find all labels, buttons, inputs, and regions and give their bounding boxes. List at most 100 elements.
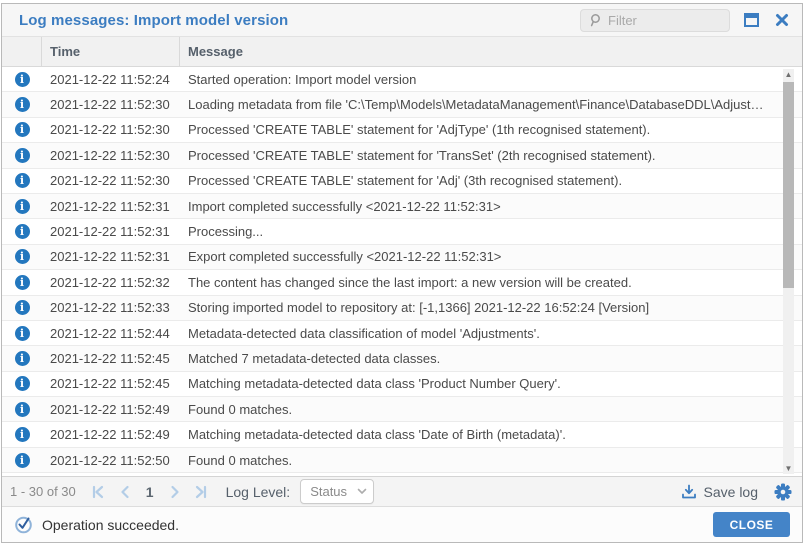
table-row[interactable]: i 2021-12-22 11:52:31 Import completed s… (2, 194, 802, 219)
column-header-icon[interactable] (2, 37, 42, 66)
gear-icon[interactable] (774, 483, 792, 501)
info-icon: i (15, 97, 30, 112)
table-row[interactable]: i 2021-12-22 11:52:49 Matching metadata-… (2, 422, 802, 447)
chevron-down-icon (357, 488, 367, 495)
table-row[interactable]: i 2021-12-22 11:52:50 Found 0 matches. (2, 448, 802, 473)
info-icon: i (15, 427, 30, 442)
info-icon: i (15, 173, 30, 188)
info-icon: i (15, 249, 30, 264)
log-messages-dialog: Log messages: Import model version (1, 3, 803, 543)
log-message: Matching metadata-detected data class 'D… (180, 427, 802, 442)
row-icon-cell: i (2, 224, 42, 239)
row-icon-cell: i (2, 249, 42, 264)
log-table-body-wrap: i 2021-12-22 11:52:24 Started operation:… (2, 67, 802, 476)
table-row[interactable]: i 2021-12-22 11:52:30 Processed 'CREATE … (2, 118, 802, 143)
info-icon: i (15, 199, 30, 214)
column-header-message[interactable]: Message (180, 44, 802, 59)
row-icon-cell: i (2, 402, 42, 417)
table-row[interactable]: i 2021-12-22 11:52:33 Storing imported m… (2, 296, 802, 321)
row-icon-cell: i (2, 97, 42, 112)
table-row[interactable]: i 2021-12-22 11:52:24 Started operation:… (2, 67, 802, 92)
info-icon: i (15, 351, 30, 366)
table-row[interactable]: i 2021-12-22 11:52:31 Export completed s… (2, 245, 802, 270)
log-message: Matching metadata-detected data class 'P… (180, 376, 802, 391)
row-icon-cell: i (2, 453, 42, 468)
scrollbar-thumb[interactable] (783, 82, 794, 288)
log-message: Started operation: Import model version (180, 72, 802, 87)
info-icon: i (15, 275, 30, 290)
table-row[interactable]: i 2021-12-22 11:52:30 Processed 'CREATE … (2, 143, 802, 168)
log-level-value: Status (310, 484, 347, 499)
log-time: 2021-12-22 11:52:30 (42, 97, 180, 112)
log-time: 2021-12-22 11:52:33 (42, 300, 180, 315)
log-level-label: Log Level: (226, 484, 291, 500)
log-time: 2021-12-22 11:52:44 (42, 326, 180, 341)
info-icon: i (15, 402, 30, 417)
log-message: Found 0 matches. (180, 402, 802, 417)
row-icon-cell: i (2, 199, 42, 214)
log-time: 2021-12-22 11:52:32 (42, 275, 180, 290)
column-header-time[interactable]: Time (42, 37, 180, 66)
table-row[interactable]: i 2021-12-22 11:52:45 Matched 7 metadata… (2, 346, 802, 371)
dialog-title: Log messages: Import model version (19, 12, 288, 29)
maximize-icon[interactable] (743, 12, 760, 29)
pagination-range: 1 - 30 of 30 (10, 484, 76, 499)
close-icon[interactable] (773, 12, 790, 29)
current-page[interactable]: 1 (142, 484, 158, 500)
log-time: 2021-12-22 11:52:50 (42, 453, 180, 468)
log-message: Found 0 matches. (180, 453, 802, 468)
log-time: 2021-12-22 11:52:45 (42, 376, 180, 391)
vertical-scrollbar[interactable]: ▲ ▼ (783, 69, 794, 474)
log-message: Export completed successfully <2021-12-2… (180, 249, 802, 264)
search-icon (588, 13, 602, 27)
save-log-button[interactable]: Save log (681, 484, 758, 500)
table-row[interactable]: i 2021-12-22 11:52:49 Found 0 matches. (2, 397, 802, 422)
close-button[interactable]: CLOSE (713, 512, 790, 537)
info-icon: i (15, 224, 30, 239)
next-page-icon[interactable] (166, 483, 184, 501)
log-footer-toolbar: 1 - 30 of 30 1 Log Level: Status (2, 476, 802, 506)
filter-box[interactable] (580, 9, 730, 32)
info-icon: i (15, 326, 30, 341)
prev-page-icon[interactable] (116, 483, 134, 501)
row-icon-cell: i (2, 351, 42, 366)
screen: Log messages: Import model version (0, 0, 804, 544)
status-message: Operation succeeded. (42, 517, 179, 533)
log-message: Processed 'CREATE TABLE' statement for '… (180, 173, 802, 188)
log-message: Import completed successfully <2021-12-2… (180, 199, 802, 214)
log-time: 2021-12-22 11:52:45 (42, 351, 180, 366)
log-time: 2021-12-22 11:52:30 (42, 173, 180, 188)
download-icon (681, 484, 697, 500)
last-page-icon[interactable] (192, 483, 210, 501)
row-icon-cell: i (2, 275, 42, 290)
scroll-down-icon[interactable]: ▼ (783, 463, 794, 474)
row-icon-cell: i (2, 148, 42, 163)
log-message: Processed 'CREATE TABLE' statement for '… (180, 148, 802, 163)
check-circle-icon (14, 515, 33, 534)
table-row[interactable]: i 2021-12-22 11:52:31 Processing... (2, 219, 802, 244)
table-row[interactable]: i 2021-12-22 11:52:30 Loading metadata f… (2, 92, 802, 117)
log-message: Loading metadata from file 'C:\Temp\Mode… (180, 97, 802, 112)
info-icon: i (15, 453, 30, 468)
first-page-icon[interactable] (90, 483, 108, 501)
info-icon: i (15, 300, 30, 315)
row-icon-cell: i (2, 173, 42, 188)
status-message-wrap: Operation succeeded. (14, 515, 179, 534)
table-row[interactable]: i 2021-12-22 11:52:32 The content has ch… (2, 270, 802, 295)
row-icon-cell: i (2, 122, 42, 137)
log-level-select[interactable]: Status (300, 479, 374, 504)
table-row[interactable]: i 2021-12-22 11:52:45 Matching metadata-… (2, 372, 802, 397)
table-row[interactable]: i 2021-12-22 11:52:44 Metadata-detected … (2, 321, 802, 346)
scroll-up-icon[interactable]: ▲ (783, 69, 794, 80)
log-time: 2021-12-22 11:52:49 (42, 402, 180, 417)
info-icon: i (15, 148, 30, 163)
log-message: Matched 7 metadata-detected data classes… (180, 351, 802, 366)
row-icon-cell: i (2, 300, 42, 315)
filter-input[interactable] (608, 13, 722, 28)
table-row[interactable]: i 2021-12-22 11:52:30 Processed 'CREATE … (2, 169, 802, 194)
log-message: Storing imported model to repository at:… (180, 300, 802, 315)
row-icon-cell: i (2, 427, 42, 442)
log-time: 2021-12-22 11:52:31 (42, 199, 180, 214)
log-message: Processed 'CREATE TABLE' statement for '… (180, 122, 802, 137)
table-row[interactable]: i 2021-12-22 11:52:50 Matching metadata-… (2, 473, 802, 476)
